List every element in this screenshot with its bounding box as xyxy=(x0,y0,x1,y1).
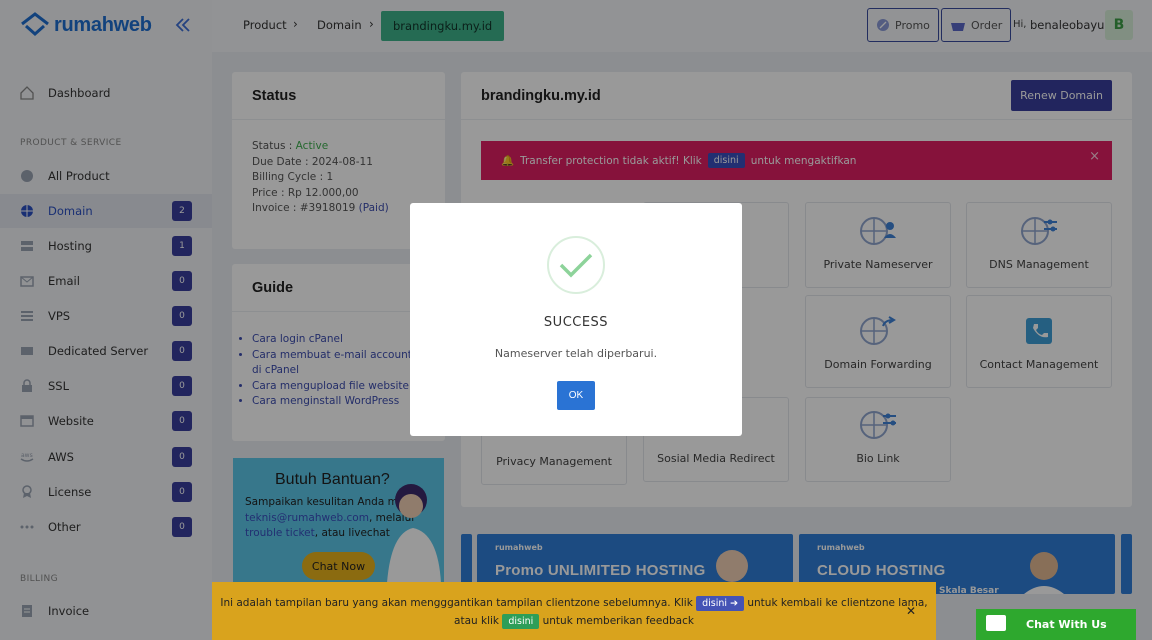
notice-text-2: untuk kembali ke clientzone lama, xyxy=(747,597,928,609)
success-modal: SUCCESS Nameserver telah diperbarui. OK xyxy=(410,203,742,436)
chat-with-us-widget[interactable]: Chat With Us xyxy=(976,609,1136,640)
chat-with-us-label: Chat With Us xyxy=(1026,618,1107,631)
ok-button[interactable]: OK xyxy=(557,381,595,410)
new-clientzone-notice: Ini adalah tampilan baru yang akan mengg… xyxy=(212,582,936,640)
link-label: disini xyxy=(702,598,728,609)
close-icon[interactable]: ✕ xyxy=(906,602,916,620)
notice-old-clientzone-link[interactable]: disini ➔ xyxy=(696,596,745,611)
modal-title: SUCCESS xyxy=(543,315,609,330)
notice-text-4: untuk memberikan feedback xyxy=(542,615,694,627)
modal-message: Nameserver telah diperbarui. xyxy=(494,347,658,360)
chat-bubble-icon xyxy=(986,615,1006,631)
notice-text-1: Ini adalah tampilan baru yang akan mengg… xyxy=(220,597,693,609)
success-check-icon xyxy=(547,236,605,294)
notice-text-3: atau klik xyxy=(454,615,500,627)
notice-feedback-link[interactable]: disini xyxy=(502,614,540,629)
